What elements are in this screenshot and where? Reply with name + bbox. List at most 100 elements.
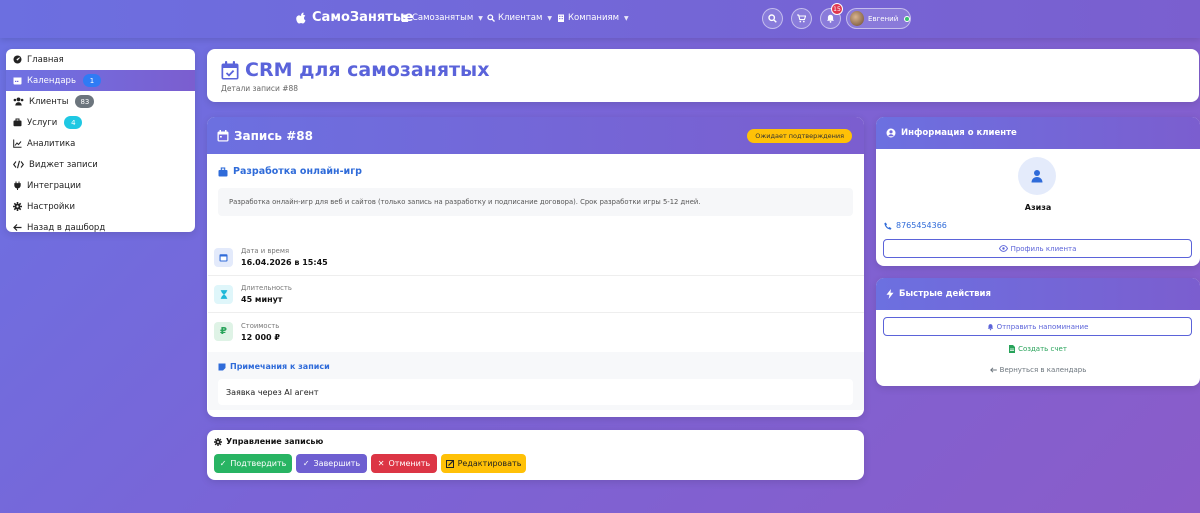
back-to-calendar-link[interactable]: Вернуться в календарь — [876, 366, 1200, 374]
page-title: CRM для самозанятых — [221, 59, 489, 81]
sidebar-item-services[interactable]: Услуги 4 — [6, 112, 195, 133]
sidebar-item-label: Клиенты — [29, 96, 69, 107]
datetime-value: 16.04.2026 в 15:45 — [241, 258, 328, 267]
cancel-label: Отменить — [388, 459, 431, 468]
menu-label: Компаниям — [568, 13, 620, 23]
sidebar: Главная Календарь 1 Клиенты 83 Услуги 4 … — [6, 49, 195, 232]
bell-icon — [987, 323, 993, 330]
user-menu[interactable]: Евгений — [846, 8, 911, 29]
datetime-label: Дата и время — [241, 247, 290, 255]
create-invoice-link[interactable]: Создать счет — [876, 345, 1200, 353]
datetime-row: Дата и время 16.04.2026 в 15:45 — [208, 239, 864, 276]
close-icon: ✕ — [377, 459, 385, 468]
cost-value: 12 000 ₽ — [241, 332, 280, 342]
calendar-icon — [13, 77, 22, 85]
plug-icon — [14, 181, 21, 190]
online-status-indicator — [904, 15, 910, 22]
calendar-count-badge: 1 — [82, 74, 101, 87]
client-profile-button[interactable]: Профиль клиента — [883, 239, 1192, 258]
hourglass-icon — [220, 289, 227, 299]
brand-logo[interactable]: СамоЗанятые — [294, 10, 413, 25]
client-name: Азиза — [1024, 203, 1052, 212]
record-title: Запись #88 — [234, 128, 313, 143]
duration-icon-box — [214, 284, 233, 304]
complete-label: Завершить — [313, 459, 361, 468]
menu-companies[interactable]: Компаниям ▼ — [557, 13, 629, 23]
services-count-badge: 4 — [64, 116, 83, 129]
client-profile-label: Профиль клиента — [1010, 244, 1077, 253]
invoice-icon — [1009, 345, 1016, 353]
client-phone-text: 8765454366 — [896, 221, 947, 230]
cost-icon-box: ₽ — [214, 322, 233, 341]
ruble-icon: ₽ — [220, 326, 227, 337]
menu-self-employed[interactable]: Самозанятым ▼ — [401, 13, 483, 23]
page-title-text: CRM для самозанятых — [245, 59, 490, 81]
menu-clients[interactable]: Клиентам ▼ — [487, 13, 552, 23]
sidebar-item-home[interactable]: Главная — [6, 49, 195, 70]
search-button[interactable] — [762, 8, 783, 29]
duration-value: 45 минут — [241, 295, 283, 304]
sidebar-item-label: Календарь — [27, 75, 76, 86]
sidebar-item-analytics[interactable]: Аналитика — [6, 133, 195, 154]
client-phone[interactable]: 8765454366 — [884, 221, 947, 230]
chevron-down-icon: ▼ — [547, 14, 552, 22]
send-reminder-button[interactable]: Отправить напоминание — [883, 317, 1192, 336]
search-person-icon — [487, 14, 495, 22]
notes-title: Примечания к записи — [218, 362, 330, 371]
sidebar-item-integrations[interactable]: Интеграции — [6, 175, 195, 196]
edit-label: Редактировать — [457, 459, 522, 468]
lightning-icon — [886, 289, 894, 299]
building-icon — [558, 14, 564, 22]
edit-icon — [445, 459, 454, 468]
gear-icon — [13, 202, 22, 211]
sidebar-item-label: Назад в дашборд — [27, 222, 106, 233]
client-card-header: Информация о клиенте — [876, 117, 1200, 149]
user-icon — [1031, 170, 1043, 183]
code-icon — [13, 160, 24, 169]
calendar-check-icon — [221, 60, 239, 79]
confirm-label: Подтвердить — [230, 459, 287, 468]
quick-actions-header-text: Быстрые действия — [899, 289, 991, 299]
user-icon — [401, 14, 409, 22]
user-circle-icon — [886, 128, 896, 138]
apple-icon — [296, 12, 306, 24]
gear-icon — [214, 437, 222, 446]
sidebar-item-back-dashboard[interactable]: Назад в дашборд — [6, 217, 195, 232]
page-subtitle: Детали записи #88 — [221, 84, 299, 93]
brand-name: СамоЗанятые — [312, 10, 414, 25]
sidebar-item-calendar[interactable]: Календарь 1 — [6, 70, 195, 91]
avatar — [850, 11, 865, 26]
send-reminder-label: Отправить напоминание — [996, 322, 1089, 331]
menu-label: Клиентам — [498, 13, 543, 23]
menu-label: Самозанятым — [412, 13, 474, 23]
cart-button[interactable] — [791, 8, 812, 29]
sidebar-item-label: Виджет записи — [29, 159, 98, 170]
arrow-left-icon — [13, 224, 22, 231]
calendar-icon — [219, 253, 228, 261]
user-name: Евгений — [868, 14, 899, 23]
dashboard-icon — [13, 55, 22, 64]
double-check-icon: ✓ — [302, 459, 310, 468]
phone-icon — [884, 222, 892, 230]
cart-icon — [797, 14, 806, 23]
service-title: Разработка онлайн-игр — [218, 166, 362, 177]
edit-button[interactable]: Редактировать — [441, 454, 526, 473]
chevron-down-icon: ▼ — [624, 14, 629, 22]
clients-count-badge: 83 — [75, 95, 95, 108]
briefcase-icon — [13, 118, 22, 127]
bell-icon — [827, 14, 834, 23]
sidebar-item-widget[interactable]: Виджет записи — [6, 154, 195, 175]
complete-button[interactable]: ✓ Завершить — [296, 454, 367, 473]
briefcase-icon — [218, 166, 228, 176]
notification-count-badge: 15 — [831, 3, 843, 15]
check-icon: ✓ — [219, 459, 227, 468]
cancel-button[interactable]: ✕ Отменить — [371, 454, 437, 473]
cost-label: Стоимость — [241, 321, 280, 330]
client-avatar — [1018, 157, 1056, 195]
sidebar-item-clients[interactable]: Клиенты 83 — [6, 91, 195, 112]
quick-actions-header: Быстрые действия — [876, 278, 1200, 310]
notes-text: Заявка через AI агент — [218, 379, 853, 405]
sidebar-item-settings[interactable]: Настройки — [6, 196, 195, 217]
sidebar-item-label: Интеграции — [27, 180, 82, 191]
confirm-button[interactable]: ✓ Подтвердить — [214, 454, 292, 473]
